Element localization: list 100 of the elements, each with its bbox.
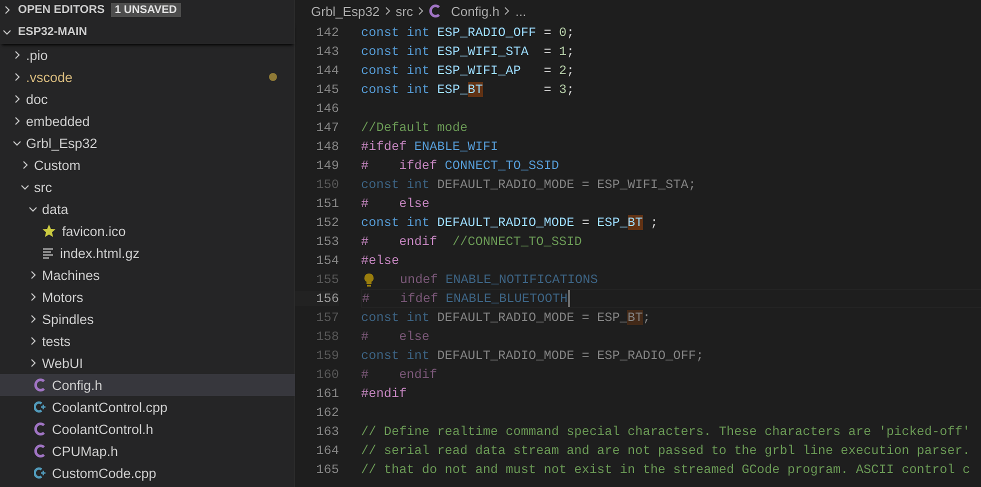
item-name: WebUI <box>42 356 84 370</box>
line-number: 164 <box>315 443 339 458</box>
item-name: .vscode <box>26 70 73 84</box>
file-item[interactable]: CustomCode.cpp <box>0 462 295 484</box>
line-number: 160 <box>315 367 339 382</box>
code-line: const int DEFAULT_RADIO_MODE = ESP_WIFI_STA; <box>361 177 696 192</box>
line-number: 146 <box>315 101 339 116</box>
code-line: # endif //CONNECT_TO_SSID <box>361 234 582 249</box>
item-name: Spindles <box>42 312 94 326</box>
code-line: // Define realtime command special characters. These characters are 'picked-off' <box>361 424 970 439</box>
code-line: # ifdef CONNECT_TO_SSID <box>361 158 559 173</box>
file-item[interactable]: CPUMap.h <box>0 440 295 462</box>
item-name: doc <box>26 92 48 106</box>
item-name: .pio <box>26 48 48 62</box>
chevron-right-icon <box>417 6 425 16</box>
item-name: CPUMap.h <box>52 444 118 458</box>
star-icon <box>42 224 56 238</box>
code-line: const int ESP_RADIO_OFF = 0; <box>361 25 574 40</box>
item-name: CoolantControl.h <box>52 422 154 436</box>
code-line: const int ESP_BT = 3; <box>361 82 574 97</box>
c-letter-icon <box>34 378 46 392</box>
section-title[interactable]: OPEN EDITORS <box>18 4 105 16</box>
line-number: 162 <box>315 405 339 420</box>
folder-item[interactable]: tests <box>0 330 295 352</box>
folder-item[interactable]: .vscode <box>0 66 295 88</box>
line-number: 149 <box>315 158 339 173</box>
line-number: 145 <box>315 82 339 97</box>
code-line: // that do not and must not exist in the streamed GCode program. ASCII control c <box>361 462 970 477</box>
folder-item[interactable]: WebUI <box>0 352 295 374</box>
line-number: 158 <box>315 329 339 344</box>
code-line: #else <box>361 253 400 268</box>
item-name: Machines <box>42 268 100 282</box>
item-name: embedded <box>26 114 90 128</box>
item-name: src <box>34 180 52 194</box>
line-number: 142 <box>315 25 339 40</box>
code-line: const int ESP_WIFI_STA = 1; <box>361 44 574 59</box>
line-number: 148 <box>315 139 339 154</box>
folder-item[interactable]: doc <box>0 88 295 110</box>
line-number: 147 <box>315 120 339 135</box>
folder-title[interactable]: ESP32-MAIN <box>18 26 88 38</box>
breadcrumb-item[interactable]: ... <box>515 4 526 18</box>
c-letter-icon <box>429 4 441 18</box>
c-letter-icon <box>34 444 46 458</box>
folder-item[interactable]: src <box>0 176 295 198</box>
item-name: Custom <box>34 158 81 172</box>
folder-item[interactable]: data <box>0 198 295 220</box>
code-line: # endif <box>361 367 438 382</box>
code-line: const int DEFAULT_RADIO_MODE = ESP_RADIO_OFF; <box>361 348 704 363</box>
line-number: 161 <box>315 386 339 401</box>
line-number: 152 <box>315 215 339 230</box>
code-line: # else <box>361 196 430 211</box>
file-item[interactable]: CoolantControl.h <box>0 418 295 440</box>
file-item[interactable]: Config.h <box>0 374 295 396</box>
chevron-right-icon <box>384 6 392 16</box>
breadcrumb-item[interactable]: Grbl_Esp32 <box>311 4 380 18</box>
code-line: # else <box>361 329 430 344</box>
code-line: const int DEFAULT_RADIO_MODE = ESP_BT; <box>361 310 650 325</box>
folder-item[interactable]: Motors <box>0 286 295 308</box>
item-name: Grbl_Esp32 <box>26 136 98 150</box>
line-number: 156 <box>295 291 339 306</box>
line-number: 150 <box>315 177 339 192</box>
code-line: // serial read data stream and are not passed to the grbl line execution parser. <box>361 443 970 458</box>
lines-icon <box>42 247 54 259</box>
folder-item[interactable]: embedded <box>0 110 295 132</box>
item-name: CustomCode.cpp <box>52 466 156 480</box>
code-line: const int DEFAULT_RADIO_MODE = ESP_BT ; <box>361 215 658 230</box>
chevron-right-icon <box>503 6 512 16</box>
file-item[interactable]: CoolantControl.cpp <box>0 396 295 418</box>
c-plus-icon <box>34 400 46 414</box>
line-number: 151 <box>315 196 339 211</box>
breadcrumb-item[interactable]: Config.h <box>451 4 500 18</box>
line-number: 163 <box>315 424 339 439</box>
code-line: //Default mode <box>361 120 468 135</box>
text-cursor <box>568 290 570 307</box>
line-number: 144 <box>315 63 339 78</box>
code-line: # ifdef ENABLE_BLUETOOTH <box>362 291 568 306</box>
file-item[interactable]: index.html.gz <box>0 242 295 264</box>
line-number: 154 <box>315 253 339 268</box>
code-line: #ifdef ENABLE_WIFI <box>361 139 498 154</box>
folder-item[interactable]: Spindles <box>0 308 295 330</box>
line-number: 153 <box>315 234 339 249</box>
folder-item[interactable]: Custom <box>0 154 295 176</box>
folder-item[interactable]: Machines <box>0 264 295 286</box>
c-letter-icon <box>34 422 46 436</box>
code-line: #endif <box>361 386 407 401</box>
folder-item[interactable]: .pio <box>0 44 295 66</box>
line-number: 165 <box>315 462 339 477</box>
file-item[interactable]: favicon.ico <box>0 220 295 242</box>
item-name: Motors <box>42 290 84 304</box>
item-name: tests <box>42 334 71 348</box>
item-name: favicon.ico <box>62 224 126 238</box>
item-name: CoolantControl.cpp <box>52 400 168 414</box>
code-line: undef ENABLE_NOTIFICATIONS <box>398 272 598 287</box>
line-number: 155 <box>315 272 339 287</box>
c-plus-icon <box>34 466 46 480</box>
item-name: index.html.gz <box>60 246 140 260</box>
line-number: 157 <box>315 310 339 325</box>
breadcrumb-item[interactable]: src <box>396 4 413 18</box>
folder-item[interactable]: Grbl_Esp32 <box>0 132 295 154</box>
line-number: 143 <box>315 44 339 59</box>
